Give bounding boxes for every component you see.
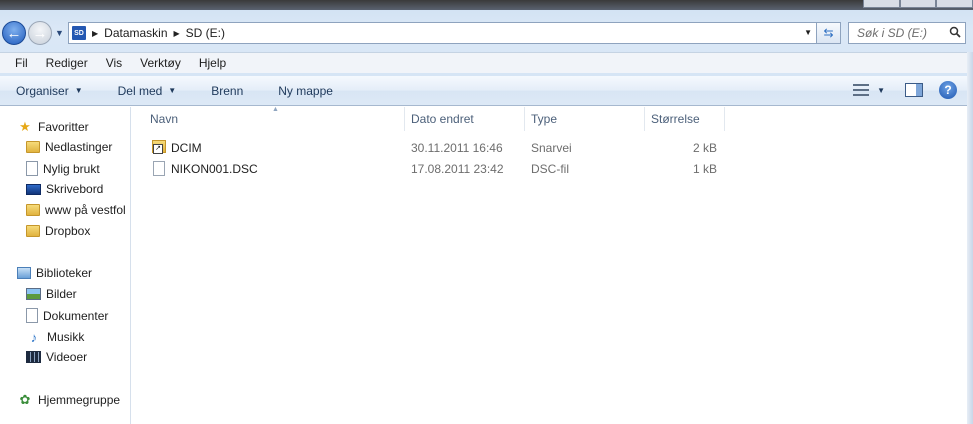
sd-drive-icon: SD <box>72 26 86 40</box>
taskbar-edge <box>0 0 973 10</box>
refresh-button[interactable]: ⇆ <box>817 22 841 44</box>
command-bar: Organiser ▼ Del med ▼ Brenn Ny mappe ▼ ? <box>0 76 973 106</box>
nav-item-dropbox[interactable]: Dropbox <box>26 224 90 238</box>
maximize-button[interactable] <box>899 0 937 8</box>
nav-item-documents[interactable]: Dokumenter <box>26 308 108 323</box>
pictures-icon <box>26 288 41 300</box>
menu-file[interactable]: Fil <box>6 56 37 70</box>
breadcrumb-computer[interactable]: Datamaskin <box>104 26 167 40</box>
minimize-button[interactable] <box>863 0 900 8</box>
change-view-icon[interactable] <box>853 84 870 96</box>
video-icon <box>26 351 41 363</box>
menu-edit[interactable]: Rediger <box>37 56 97 70</box>
preview-pane-icon[interactable] <box>905 83 923 97</box>
file-size: 2 kB <box>692 141 717 155</box>
nav-homegroup-label: Hjemmegruppe <box>38 393 121 407</box>
share-with-label: Del med <box>117 83 163 98</box>
search-placeholder: Søk i SD (E:) <box>857 26 928 40</box>
homegroup-icon: ✿ <box>19 392 31 407</box>
new-folder-button[interactable]: Ny mappe <box>278 84 333 98</box>
organize-label: Organiser <box>16 83 69 98</box>
music-note-icon: ♪ <box>30 329 38 345</box>
crumb-separator-icon[interactable]: ▶ <box>174 29 180 38</box>
column-header-name[interactable]: Navn <box>144 107 405 131</box>
organize-button[interactable]: Organiser ▼ <box>16 84 83 98</box>
nav-favorites[interactable]: ★ Favoritter <box>17 119 89 135</box>
chevron-down-icon: ▼ <box>168 86 177 95</box>
address-dropdown-icon[interactable]: ▼ <box>804 28 812 37</box>
back-button[interactable]: ← <box>2 21 26 45</box>
navigation-pane: ★ Favoritter Nedlastinger Nylig brukt Sk… <box>0 107 131 424</box>
menu-help[interactable]: Hjelp <box>190 56 235 70</box>
nav-item-www-vestfol[interactable]: www på vestfol <box>26 203 126 217</box>
nav-item-label: Skrivebord <box>46 182 104 196</box>
column-header-type[interactable]: Type <box>525 107 645 131</box>
nav-item-recent[interactable]: Nylig brukt <box>26 161 100 176</box>
shortcut-icon <box>152 140 166 154</box>
file-name: NIKON001.DSC <box>171 162 258 176</box>
documents-icon <box>26 308 38 323</box>
folder-icon <box>26 204 40 216</box>
nav-item-label: Bilder <box>46 287 77 301</box>
nav-item-label: Nylig brukt <box>43 161 100 176</box>
back-arrow-icon: ← <box>6 24 22 42</box>
table-row[interactable]: DCIM 30.11.2011 16:46 Snarvei 2 kB <box>132 138 973 158</box>
file-size: 1 kB <box>692 162 717 176</box>
column-header-size[interactable]: Størrelse <box>645 107 725 131</box>
chevron-down-icon: ▼ <box>74 86 83 95</box>
desktop-icon <box>26 183 41 195</box>
refresh-icon: ⇆ <box>823 26 834 40</box>
nav-item-label: www på vestfol <box>45 203 126 217</box>
file-type: DSC-fil <box>531 162 569 176</box>
nav-item-desktop[interactable]: Skrivebord <box>26 182 103 196</box>
file-type: Snarvei <box>531 141 572 155</box>
folder-icon <box>26 225 40 237</box>
menu-bar: Fil Rediger Vis Verktøy Hjelp <box>0 52 973 73</box>
forward-arrow-icon: → <box>32 24 48 42</box>
share-with-button[interactable]: Del med ▼ <box>118 84 177 98</box>
nav-item-videos[interactable]: Videoer <box>26 350 87 364</box>
forward-button[interactable]: → <box>28 21 52 45</box>
file-date: 30.11.2011 16:46 <box>411 141 503 155</box>
recent-places-icon <box>26 161 38 176</box>
libraries-icon <box>17 267 31 279</box>
breadcrumb-sd-drive[interactable]: SD (E:) <box>186 26 225 40</box>
file-name: DCIM <box>171 141 202 155</box>
nav-item-label: Musikk <box>47 330 85 344</box>
menu-tools[interactable]: Verktøy <box>131 56 190 70</box>
file-icon <box>153 161 165 176</box>
nav-favorites-label: Favoritter <box>38 120 89 134</box>
table-row[interactable]: NIKON001.DSC 17.08.2011 23:42 DSC-fil 1 … <box>132 159 973 179</box>
file-date: 17.08.2011 23:42 <box>411 162 504 176</box>
nav-libraries[interactable]: Biblioteker <box>17 266 92 280</box>
nav-item-label: Dokumenter <box>43 308 109 323</box>
crumb-separator-icon[interactable]: ▶ <box>92 29 98 38</box>
new-folder-label: Ny mappe <box>278 83 333 98</box>
nav-item-label: Videoer <box>46 350 88 364</box>
nav-item-music[interactable]: ♪ Musikk <box>26 329 85 345</box>
address-bar[interactable]: SD ▶ Datamaskin ▶ SD (E:) ▼ <box>68 22 817 44</box>
nav-item-label: Dropbox <box>45 224 91 238</box>
burn-button[interactable]: Brenn <box>211 84 243 98</box>
close-button[interactable] <box>936 0 973 8</box>
nav-item-pictures[interactable]: Bilder <box>26 287 77 301</box>
nav-homegroup[interactable]: ✿ Hjemmegruppe <box>17 392 121 408</box>
downloads-folder-icon <box>26 141 40 153</box>
caption-buttons[interactable] <box>863 0 973 8</box>
menu-view[interactable]: Vis <box>97 56 131 70</box>
nav-item-label: Nedlastinger <box>45 140 113 154</box>
file-list: ▲ Navn Dato endret Type Størrelse DCIM 3… <box>132 106 973 424</box>
window-edge <box>967 52 973 424</box>
star-icon: ★ <box>19 119 31 134</box>
burn-label: Brenn <box>211 83 244 98</box>
help-icon[interactable]: ? <box>939 81 957 99</box>
search-icon[interactable] <box>949 26 961 38</box>
column-header-date[interactable]: Dato endret <box>405 107 525 131</box>
nav-item-downloads[interactable]: Nedlastinger <box>26 140 112 154</box>
search-input[interactable]: Søk i SD (E:) <box>848 22 966 44</box>
nav-libraries-label: Biblioteker <box>36 266 93 280</box>
view-options-chevron-icon[interactable]: ▼ <box>877 86 885 95</box>
recent-pages-dropdown-icon[interactable]: ▼ <box>55 28 64 38</box>
